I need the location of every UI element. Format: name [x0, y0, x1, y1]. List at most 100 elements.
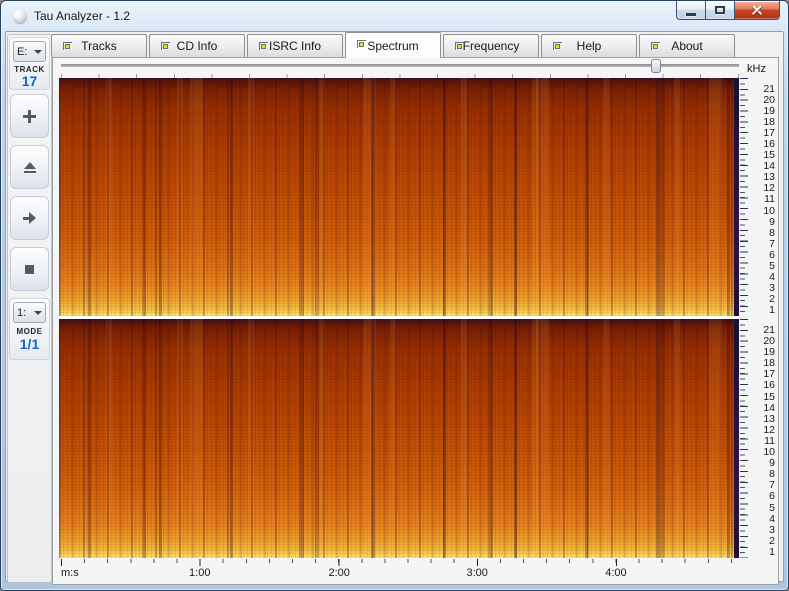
tab-label: Tracks	[81, 39, 117, 53]
freq-label: 20	[750, 95, 775, 105]
freq-label: 2	[750, 536, 775, 546]
time-label: 2:00	[328, 567, 349, 579]
position-slider-thumb[interactable]	[651, 59, 661, 73]
add-button[interactable]	[10, 94, 49, 138]
time-axis: m:s 1:00 2:00 3:00 4:00	[59, 559, 739, 583]
freq-label: 10	[750, 206, 775, 216]
track-number: 17	[10, 73, 49, 89]
window-title: Tau Analyzer - 1.2	[34, 9, 130, 23]
tab-flag-icon	[63, 42, 73, 51]
tab-label: CD Info	[177, 39, 218, 53]
freq-label: 7	[750, 480, 775, 490]
caption-buttons	[676, 1, 780, 20]
freq-label: 4	[750, 514, 775, 524]
tab-label: ISRC Info	[269, 39, 321, 53]
freq-label: 13	[750, 414, 775, 424]
tab-flag-icon	[161, 42, 171, 51]
freq-label: 1	[750, 547, 775, 557]
tab-label: Help	[577, 39, 602, 53]
freq-unit-label: kHz	[747, 63, 766, 75]
tab[interactable]: Tracks	[51, 34, 147, 57]
time-label: 3:00	[466, 567, 487, 579]
maximize-icon	[715, 6, 725, 14]
freq-label: 20	[750, 336, 775, 346]
plus-icon	[23, 110, 36, 123]
track-panel: E: TRACK 17	[9, 37, 50, 90]
tab[interactable]: Spectrum	[345, 32, 441, 58]
time-unit-label: m:s	[61, 567, 79, 579]
chevron-down-icon	[34, 311, 42, 315]
tab[interactable]: CD Info	[149, 34, 245, 57]
sidebar: E: TRACK 17 1: MODE 1/1	[7, 34, 52, 583]
close-button[interactable]	[734, 1, 780, 20]
mode-caption: MODE	[10, 327, 49, 336]
position-slider-track[interactable]	[61, 64, 739, 68]
spectrogram-left-channel	[59, 78, 739, 316]
arrow-right-icon	[23, 212, 36, 224]
tab-flag-icon	[357, 40, 367, 49]
minimize-icon	[686, 13, 696, 16]
freq-labels: 212019181716151413121110987654321	[750, 319, 775, 558]
tab-flag-icon	[259, 42, 269, 51]
tab-label: Spectrum	[367, 39, 418, 53]
eject-icon	[24, 162, 36, 173]
client-area: E: TRACK 17 1: MODE 1/1	[5, 31, 784, 582]
stop-button[interactable]	[10, 247, 49, 291]
tab-label: Frequency	[463, 39, 520, 53]
freq-label: 9	[750, 217, 775, 227]
app-icon[interactable]	[13, 9, 27, 23]
freq-label: 8	[750, 469, 775, 479]
freq-label: 14	[750, 403, 775, 413]
play-button[interactable]	[10, 196, 49, 240]
freq-label: 17	[750, 128, 775, 138]
freq-label: 12	[750, 183, 775, 193]
mode-value: 1/1	[10, 336, 49, 352]
freq-label: 1	[750, 305, 775, 315]
freq-axis-left-channel: 212019181716151413121110987654321	[740, 78, 778, 316]
minimize-button[interactable]	[676, 1, 705, 20]
drive-select-value: E:	[17, 46, 27, 58]
eject-button[interactable]	[10, 145, 49, 189]
tab-flag-icon	[455, 42, 465, 51]
freq-label: 9	[750, 458, 775, 468]
time-label: 4:00	[605, 567, 626, 579]
time-label: 1:00	[189, 567, 210, 579]
spectrum-panel: kHz 212019181716151413121110987654321 21…	[52, 57, 779, 585]
drive-select[interactable]: E:	[13, 41, 46, 62]
close-icon	[751, 4, 763, 16]
freq-label: 6	[750, 250, 775, 260]
freq-label: 15	[750, 392, 775, 402]
tab[interactable]: Frequency	[443, 34, 539, 57]
freq-label: 18	[750, 358, 775, 368]
mode-panel: 1: MODE 1/1	[9, 298, 50, 360]
stop-icon	[25, 265, 34, 274]
tab[interactable]: ISRC Info	[247, 34, 343, 57]
freq-label: 11	[750, 194, 775, 204]
freq-label: 12	[750, 425, 775, 435]
freq-label: 3	[750, 525, 775, 535]
freq-label: 6	[750, 491, 775, 501]
tab-flag-icon	[553, 42, 563, 51]
freq-labels: 212019181716151413121110987654321	[750, 78, 775, 316]
maximize-button[interactable]	[705, 1, 734, 20]
tab-label: About	[671, 39, 702, 53]
freq-label: 10	[750, 447, 775, 457]
freq-label: 19	[750, 347, 775, 357]
spectrogram-right-channel	[59, 319, 739, 558]
tab[interactable]: About	[639, 34, 735, 57]
tab[interactable]: Help	[541, 34, 637, 57]
freq-label: 3	[750, 283, 775, 293]
freq-label: 8	[750, 228, 775, 238]
title-bar[interactable]: Tau Analyzer - 1.2	[1, 1, 788, 31]
index-select[interactable]: 1:	[13, 302, 46, 323]
freq-label: 15	[750, 150, 775, 160]
freq-label: 5	[750, 261, 775, 271]
app-window: Tau Analyzer - 1.2 E: TRACK 17	[0, 0, 789, 591]
freq-label: 2	[750, 294, 775, 304]
freq-label: 16	[750, 380, 775, 390]
freq-label: 17	[750, 369, 775, 379]
freq-label: 18	[750, 117, 775, 127]
time-tick-marks	[59, 559, 739, 566]
freq-label: 21	[750, 325, 775, 335]
tab-bar: Tracks CD Info ISRC Info Spectrum Freque…	[51, 32, 737, 58]
